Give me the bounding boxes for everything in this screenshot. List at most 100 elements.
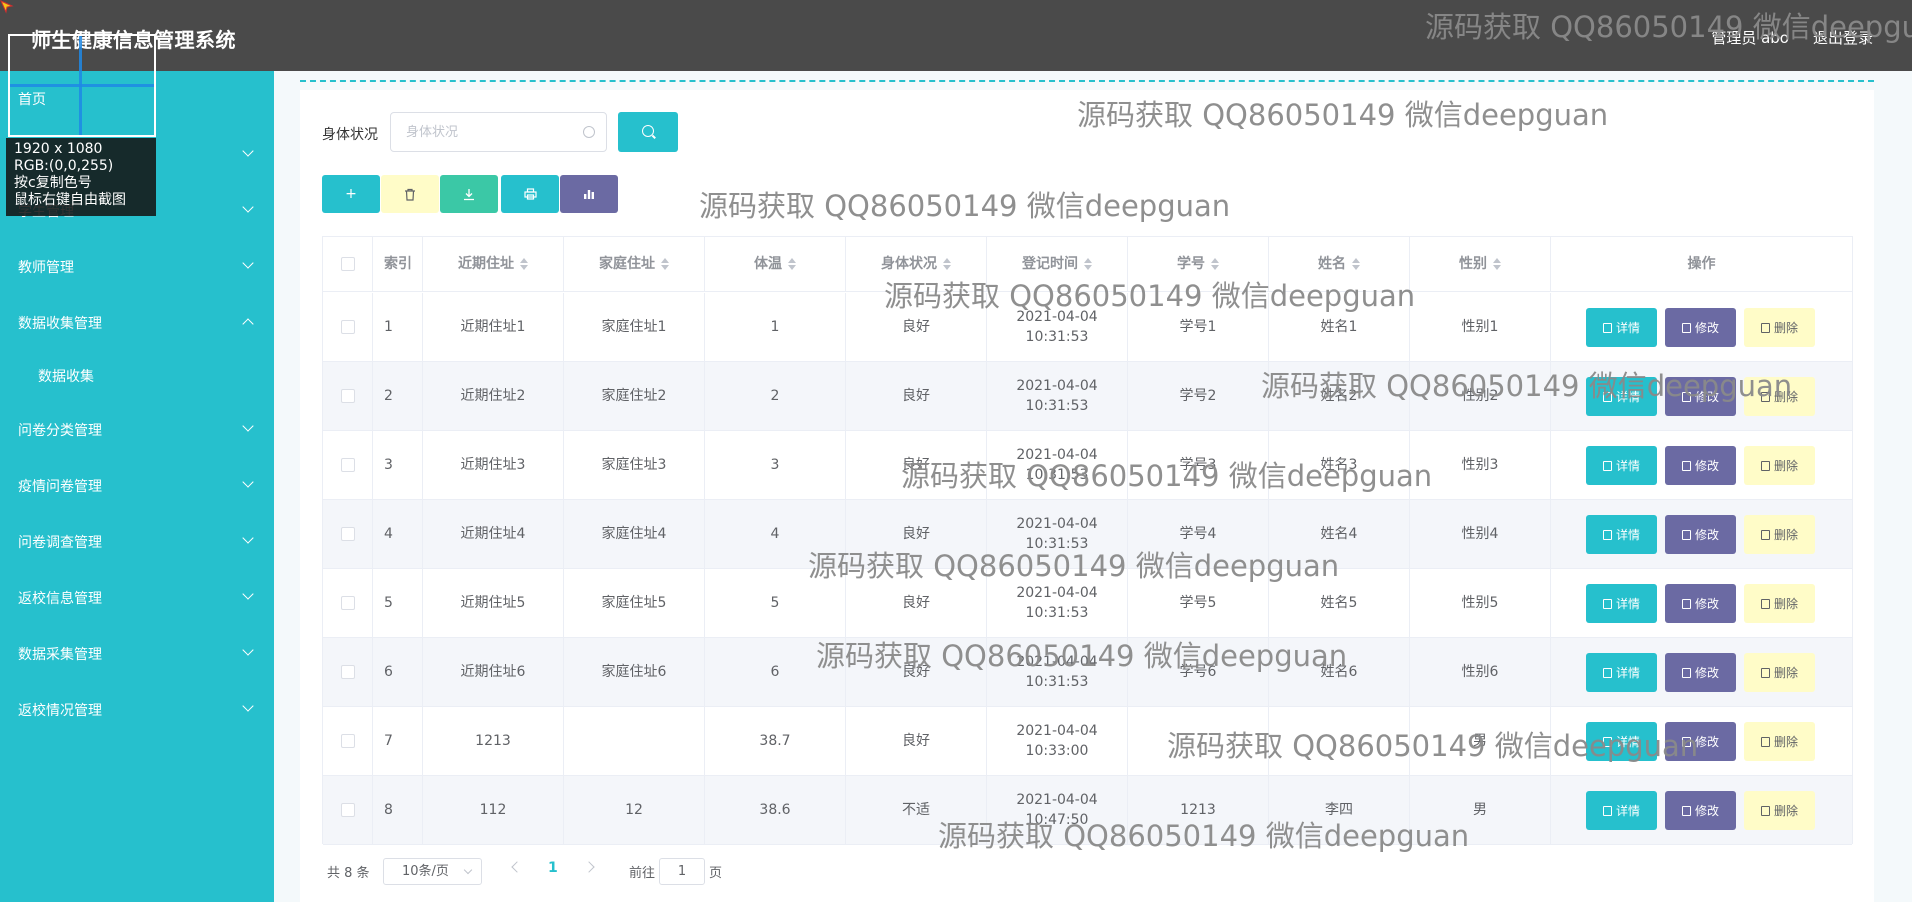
detail-button[interactable]: 详情 (1586, 791, 1657, 830)
col-health[interactable]: 身体状况 (846, 237, 987, 291)
print-button[interactable] (501, 175, 559, 213)
select-all-checkbox[interactable] (340, 257, 355, 271)
sidebar-item-data-collection-mgmt[interactable]: 数据收集管理 (0, 295, 274, 351)
edit-button[interactable]: 修改 (1665, 584, 1736, 623)
delete-button[interactable]: 删除 (1744, 722, 1815, 761)
user-label[interactable]: 管理员 abo (1711, 27, 1789, 48)
edit-button[interactable]: 修改 (1665, 515, 1736, 554)
button-label: 修改 (1694, 389, 1719, 404)
trash-icon (1760, 805, 1770, 816)
col-temperature[interactable]: 体温 (705, 237, 846, 291)
detail-button[interactable]: 详情 (1586, 515, 1657, 554)
row-checkbox[interactable] (340, 458, 355, 472)
sort-icon[interactable] (943, 257, 951, 271)
edit-button[interactable]: 修改 (1665, 653, 1736, 692)
col-gender[interactable]: 性别 (1410, 237, 1551, 291)
cell-recent-address: 近期住址3 (423, 431, 564, 499)
detail-button[interactable]: 详情 (1586, 446, 1657, 485)
page-number-current[interactable]: 1 (548, 860, 558, 876)
sidebar-item-survey-investigation[interactable]: 问卷调查管理 (0, 514, 274, 570)
sort-icon[interactable] (1493, 257, 1501, 271)
sidebar-item-data-collection[interactable]: 数据收集 (0, 348, 274, 404)
col-actions: 操作 (1687, 256, 1716, 272)
sort-icon[interactable] (1211, 257, 1219, 271)
col-student-id[interactable]: 学号 (1128, 237, 1269, 291)
detail-button[interactable]: 详情 (1586, 308, 1657, 347)
sidebar-item-data-gathering[interactable]: 数据采集管理 (0, 626, 274, 682)
export-button[interactable] (440, 175, 498, 213)
chevron-down-icon (242, 644, 254, 656)
button-label: 删除 (1773, 389, 1798, 404)
row-select-cell (323, 362, 373, 430)
cell-home-address: 12 (564, 776, 705, 844)
row-checkbox[interactable] (340, 596, 355, 610)
sort-icon[interactable] (1352, 257, 1360, 271)
button-label: 详情 (1615, 389, 1640, 404)
edit-button[interactable]: 修改 (1665, 722, 1736, 761)
sidebar-item-survey-category[interactable]: 问卷分类管理 (0, 402, 274, 458)
cell-actions: 详情 修改 删除 (1551, 776, 1852, 844)
row-checkbox[interactable] (340, 527, 355, 541)
cell-gender: 性别2 (1410, 362, 1551, 430)
row-select-cell (323, 431, 373, 499)
cell-actions: 详情 修改 删除 (1551, 500, 1852, 568)
col-recent-address[interactable]: 近期住址 (423, 237, 564, 291)
search-button[interactable] (618, 112, 678, 152)
col-time[interactable]: 登记时间 (987, 237, 1128, 291)
table-row: 5 近期住址5 家庭住址5 5 良好 2021-04-04 10:31:53 学号5 姓名5 性… (323, 569, 1852, 638)
detail-button[interactable]: 详情 (1586, 653, 1657, 692)
cell-index: 8 (373, 776, 423, 844)
detail-button[interactable]: 详情 (1586, 584, 1657, 623)
cell-recent-address: 近期住址6 (423, 638, 564, 706)
sidebar-item-return-info[interactable]: 返校信息管理 (0, 570, 274, 626)
edit-button[interactable]: 修改 (1665, 791, 1736, 830)
table-row: 1 近期住址1 家庭住址1 1 良好 2021-04-04 10:31:53 学号1 姓名1 性… (323, 293, 1852, 362)
cell-name: 姓名6 (1269, 638, 1410, 706)
button-label: 详情 (1615, 803, 1640, 818)
sidebar-item-teachers[interactable]: 教师管理 (0, 239, 274, 295)
cell-name: 姓名1 (1269, 293, 1410, 361)
trash-icon (1760, 529, 1770, 540)
sort-icon[interactable] (520, 257, 528, 271)
cell-home-address: 家庭住址6 (564, 638, 705, 706)
goto-page-input[interactable] (659, 858, 705, 885)
delete-button[interactable]: 删除 (1744, 446, 1815, 485)
batch-delete-button[interactable] (381, 175, 439, 213)
col-home-address[interactable]: 家庭住址 (564, 237, 705, 291)
detail-button[interactable]: 详情 (1586, 377, 1657, 416)
pencil-icon (1681, 460, 1691, 471)
row-checkbox[interactable] (340, 665, 355, 679)
sort-icon[interactable] (661, 257, 669, 271)
button-label: 删除 (1773, 665, 1798, 680)
delete-button[interactable]: 删除 (1744, 653, 1815, 692)
sidebar-item-return-status[interactable]: 返校情况管理 (0, 682, 274, 738)
delete-button[interactable]: 删除 (1744, 308, 1815, 347)
delete-button[interactable]: 删除 (1744, 584, 1815, 623)
logout-button[interactable]: 退出登录 (1813, 27, 1873, 48)
button-label: 修改 (1694, 665, 1719, 680)
sort-icon[interactable] (1084, 257, 1092, 271)
sidebar-item-epidemic-survey[interactable]: 疫情问卷管理 (0, 458, 274, 514)
row-checkbox[interactable] (340, 803, 355, 817)
row-checkbox[interactable] (340, 389, 355, 403)
cell-index: 5 (373, 569, 423, 637)
detail-button[interactable]: 详情 (1586, 722, 1657, 761)
edit-button[interactable]: 修改 (1665, 446, 1736, 485)
page-size-select[interactable]: 10条/页 (383, 858, 482, 885)
sidebar-item-label: 问卷调查管理 (18, 535, 102, 551)
edit-button[interactable]: 修改 (1665, 377, 1736, 416)
row-checkbox[interactable] (340, 734, 355, 748)
delete-button[interactable]: 删除 (1744, 515, 1815, 554)
health-status-search-input[interactable] (390, 112, 607, 152)
button-label: 详情 (1615, 596, 1640, 611)
row-checkbox[interactable] (340, 320, 355, 334)
cell-student-id: 1213 (1128, 776, 1269, 844)
button-label: 删除 (1773, 320, 1798, 335)
sort-icon[interactable] (788, 257, 796, 271)
add-button[interactable]: + (322, 175, 380, 213)
delete-button[interactable]: 删除 (1744, 377, 1815, 416)
delete-button[interactable]: 删除 (1744, 791, 1815, 830)
col-name[interactable]: 姓名 (1269, 237, 1410, 291)
statistics-button[interactable] (560, 175, 618, 213)
edit-button[interactable]: 修改 (1665, 308, 1736, 347)
